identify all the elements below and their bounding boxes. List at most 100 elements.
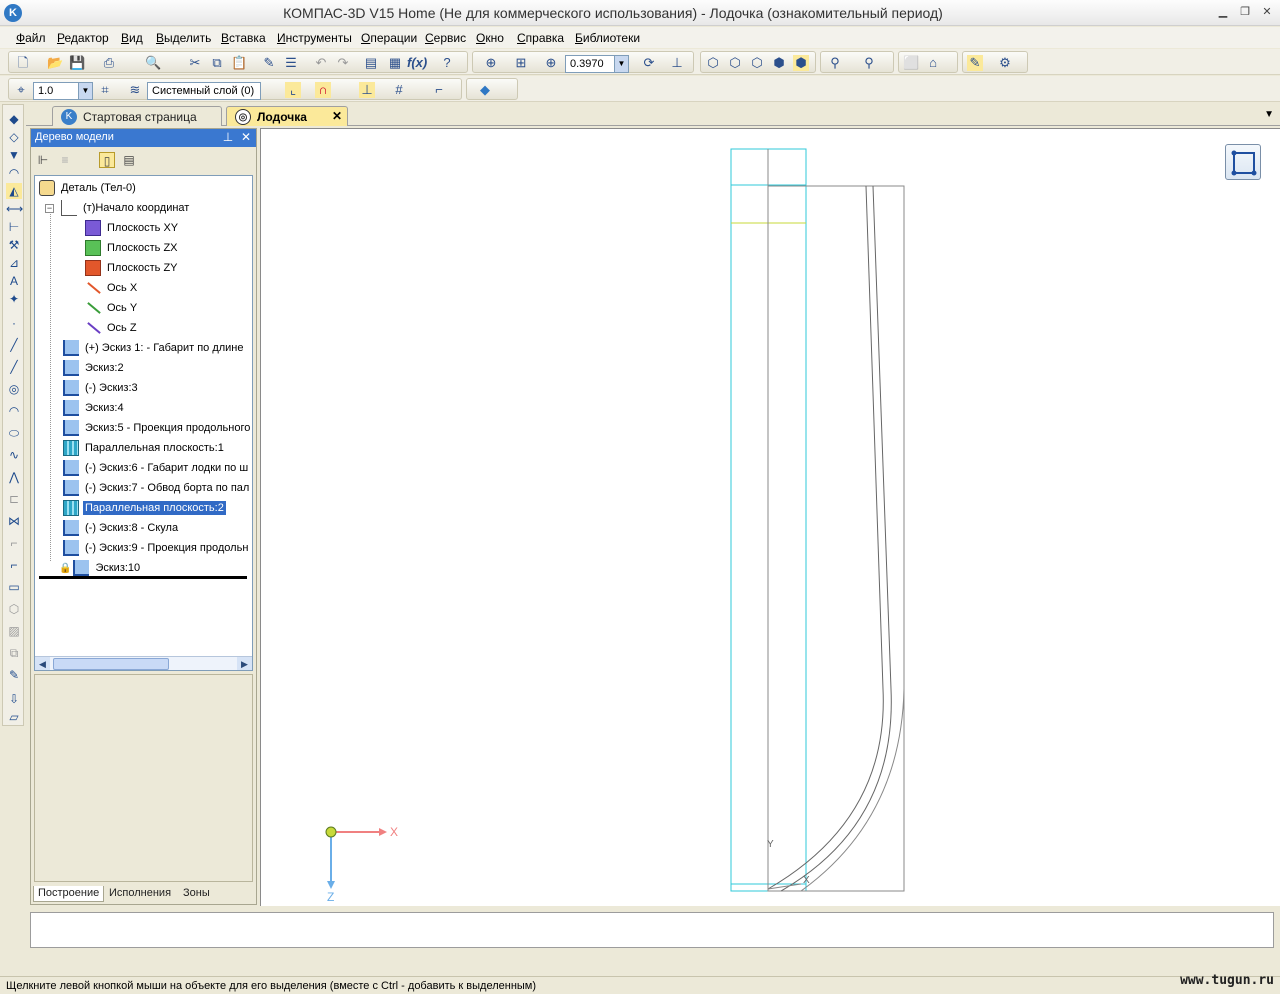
menu-service[interactable]: Сервис [425,31,466,45]
hatch-icon[interactable]: ▨ [6,623,22,639]
list-icon[interactable]: ☰ [283,55,299,71]
layer-icon[interactable]: ≋ [127,82,143,98]
point-icon[interactable]: · [6,315,22,331]
halftone-icon[interactable]: ⬢ [771,55,787,71]
orientation-cube-button[interactable] [1225,144,1261,180]
aux-line-icon[interactable]: ╱ [6,337,22,353]
tree-item-sketch-8[interactable]: (-) Эскиз:8 - Скула [63,519,180,537]
preview-icon[interactable]: 🔍 [145,55,161,71]
halftone-edges-icon[interactable]: ⬢ [793,55,809,71]
tree-item-sketch-3[interactable]: (-) Эскиз:3 [63,379,140,397]
wireframe-icon[interactable]: ⬡ [705,55,721,71]
open-file-icon[interactable]: 📂 [47,55,63,71]
polyline-icon[interactable]: ⋀ [6,469,22,485]
zoom-field[interactable]: 0.3970 ▼ [565,55,629,73]
ellipse-icon[interactable]: ⬭ [6,425,22,441]
step-field[interactable]: 1.0 ▼ [33,82,93,100]
box-icon[interactable]: ⬜ [903,55,919,71]
tree-item-sketch-7[interactable]: (-) Эскиз:7 - Обвод борта по пал [63,479,251,497]
tree-item-sketch-4[interactable]: Эскиз:4 [63,399,126,417]
print-icon[interactable]: ⎙ [101,55,117,71]
tree-structure-icon[interactable]: ⊩ [35,152,51,168]
tree-end-marker[interactable] [39,576,247,579]
minimize-button[interactable]: ▁ [1216,6,1230,18]
close-window-button[interactable]: ✕ [1260,6,1274,18]
scroll-thumb[interactable] [53,658,169,670]
snap-icon[interactable]: ⌗ [97,82,113,98]
tree-item-sketch-9[interactable]: (-) Эскиз:9 - Проекция продольн [63,539,250,557]
scroll-right-icon[interactable]: ▶ [237,657,252,670]
chevron-down-icon[interactable]: ▼ [1264,109,1274,120]
local-cs-icon[interactable]: ⌐ [431,82,447,98]
tab-versions[interactable]: Исполнения [105,886,175,902]
tab-start-page[interactable]: K Стартовая страница [52,106,222,126]
tree-item-sketch-6[interactable]: (-) Эскиз:6 - Габарит лодки по ш [63,459,250,477]
sketch-mode-icon[interactable]: ⌞ [285,82,301,98]
annotation-icon[interactable]: A [6,273,22,289]
tree-axis-x[interactable]: Ось X [85,279,139,297]
menu-view[interactable]: Вид [121,31,143,45]
filter2-icon[interactable]: ⚲ [861,55,877,71]
chevron-down-icon[interactable]: ▼ [78,83,92,99]
filter-icon[interactable]: ⚲ [827,55,843,71]
layer-field[interactable]: Системный слой (0) [147,82,261,100]
new-file-icon[interactable]: 🗋 [15,55,31,71]
hammer-icon[interactable]: ⚒ [6,237,22,253]
solid-icon[interactable]: ◆ [477,82,493,98]
menu-editor[interactable]: Редактор [57,31,109,45]
tree-item-plane-2[interactable]: Параллельная плоскость:2 [63,499,226,517]
menu-window[interactable]: Окно [476,31,504,45]
close-icon[interactable]: ✕ [239,130,253,144]
tree-export-icon[interactable]: ▤ [121,152,137,168]
menu-file[interactable]: Файл [16,31,46,45]
settings-icon[interactable]: ⚙ [997,55,1013,71]
copy-geometry-icon[interactable]: ⧉ [6,645,22,661]
edit-details-icon[interactable]: ◆ [6,111,22,127]
close-icon[interactable]: ✕ [332,109,342,123]
thin-lines-icon[interactable]: ⬡ [749,55,765,71]
menu-insert[interactable]: Вставка [221,31,266,45]
menu-operations[interactable]: Операции [361,31,417,45]
menu-select[interactable]: Выделить [156,31,211,45]
insert-fragment-icon[interactable]: ⇩ [6,691,22,707]
tree-item-sketch-5[interactable]: Эскиз:5 - Проекция продольного [63,419,252,437]
step-icon[interactable]: ⌖ [13,82,29,98]
tree-item-sketch-1[interactable]: (+) Эскиз 1: - Габарит по длине [63,339,246,357]
undo-icon[interactable]: ↶ [313,55,329,71]
tree-plane-zx[interactable]: Плоскость ZX [85,239,180,257]
hidden-lines-icon[interactable]: ⬡ [727,55,743,71]
tree-hscrollbar[interactable]: ◀ ▶ [35,656,252,670]
aux-geometry-icon[interactable]: ◭ [6,183,22,199]
polygon-icon[interactable]: ⬡ [6,601,22,617]
variables-icon[interactable]: ▦ [387,55,403,71]
scroll-left-icon[interactable]: ◀ [35,657,50,670]
save-icon[interactable]: 💾 [69,55,85,71]
dimensions-icon[interactable]: ⊢ [6,219,22,235]
parameters-icon[interactable]: ▱ [6,709,22,725]
menu-help[interactable]: Справка [517,31,564,45]
copy-icon[interactable]: ⧉ [209,55,225,71]
tree-view-icon[interactable]: ▯ [99,152,115,168]
rotate-icon[interactable]: ⟳ [641,55,657,71]
filter-icon[interactable]: ▼ [6,147,22,163]
model-viewport[interactable]: Y X X Z [260,128,1280,906]
tree-plane-xy[interactable]: Плоскость XY [85,219,180,237]
measure-icon[interactable]: ⟷ [6,201,23,217]
rectangle-icon[interactable]: ▭ [6,579,22,595]
tree-axis-y[interactable]: Ось Y [85,299,139,317]
properties-command-area[interactable] [30,912,1274,948]
cut-icon[interactable]: ✂ [187,55,203,71]
circle-icon[interactable]: ◎ [6,381,22,397]
tree-origin[interactable]: (т)Начало координат [61,199,191,217]
tree-axis-z[interactable]: Ось Z [85,319,139,337]
edit-mode-icon[interactable]: ✎ [967,55,983,71]
menu-libraries[interactable]: Библиотеки [575,31,640,45]
paste-icon[interactable]: 📋 [231,55,247,71]
spatial-curves-icon[interactable]: ◇ [6,129,22,145]
constraints-icon[interactable]: ✦ [6,291,22,307]
function-icon[interactable]: f(x) [407,55,427,71]
fillet-icon[interactable]: ⌐ [6,535,22,551]
grid-icon[interactable]: # [391,82,407,98]
tab-lodochka[interactable]: ◎ Лодочка ✕ [226,106,348,126]
tab-construction[interactable]: Построение [33,886,105,902]
